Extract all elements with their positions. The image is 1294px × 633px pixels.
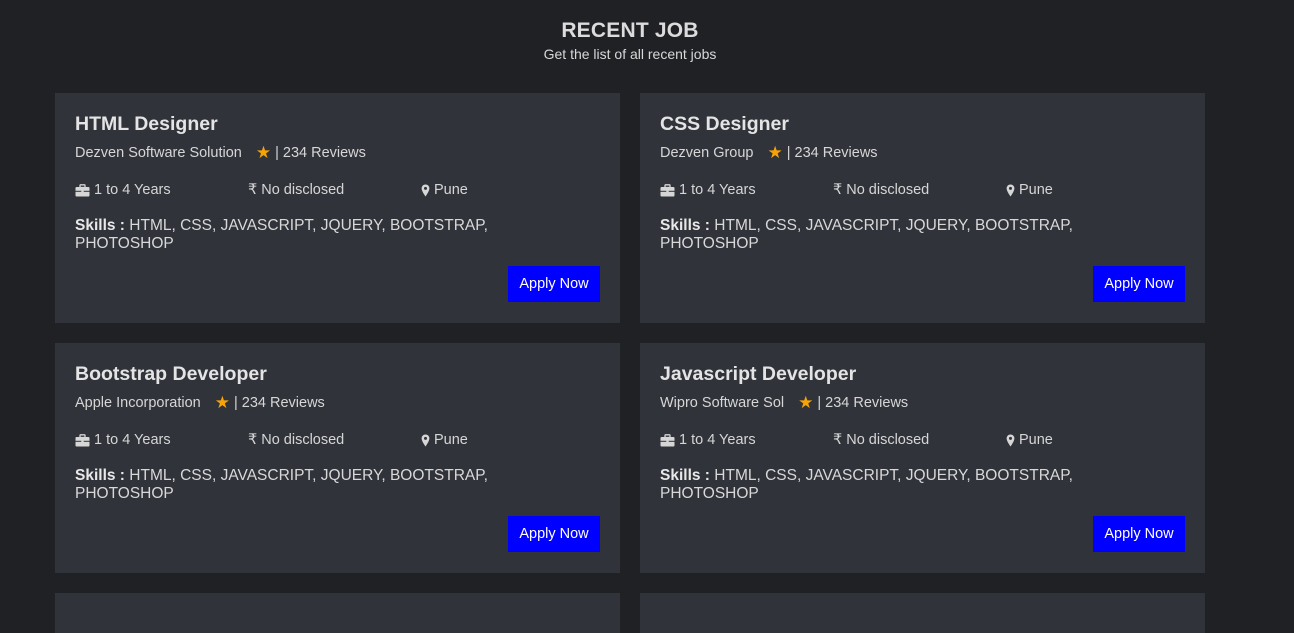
job-title[interactable]: Javascript Developer xyxy=(660,363,1185,385)
skills-list: HTML, CSS, JAVASCRIPT, JQUERY, BOOTSTRAP… xyxy=(75,467,488,502)
job-title[interactable]: Bootstrap Developer xyxy=(75,363,600,385)
company-row: Wipro Software Sol ★ | 234 Reviews xyxy=(660,394,1185,412)
company-row: Dezven Software Solution ★ | 234 Reviews xyxy=(75,144,600,162)
skills: Skills : HTML, CSS, JAVASCRIPT, JQUERY, … xyxy=(75,467,515,503)
salary-info: ₹ No disclosed xyxy=(833,432,1006,448)
job-card: HTML Designer Dezven Software Solution ★… xyxy=(55,93,620,323)
company-row: Dezven Group ★ | 234 Reviews xyxy=(660,144,1185,162)
salary-text: No disclosed xyxy=(261,182,345,198)
job-meta: 1 to 4 Years ₹ No disclosed Pune xyxy=(75,431,600,449)
page-header: RECENT JOB Get the list of all recent jo… xyxy=(0,18,1260,62)
skills: Skills : HTML, CSS, JAVASCRIPT, JQUERY, … xyxy=(660,467,1100,503)
apply-now-button[interactable]: Apply Now xyxy=(1093,516,1185,552)
job-title[interactable]: HTML Designer xyxy=(75,113,600,135)
job-title[interactable]: CSS Designer xyxy=(660,113,1185,135)
job-grid: HTML Designer Dezven Software Solution ★… xyxy=(55,93,1205,633)
reviews-count: | 234 Reviews xyxy=(275,145,366,161)
page-subtitle: Get the list of all recent jobs xyxy=(543,46,717,62)
briefcase-icon xyxy=(75,433,90,447)
job-meta: 1 to 4 Years ₹ No disclosed Pune xyxy=(660,431,1185,449)
apply-now-button[interactable]: Apply Now xyxy=(508,516,600,552)
skills-list: HTML, CSS, JAVASCRIPT, JQUERY, BOOTSTRAP… xyxy=(75,217,488,252)
briefcase-icon xyxy=(75,183,90,197)
reviews-count: | 234 Reviews xyxy=(817,395,909,411)
map-marker-icon xyxy=(1006,184,1015,197)
star-icon: ★ xyxy=(214,393,230,412)
experience-text: 1 to 4 Years xyxy=(94,182,171,198)
company-row: Apple Incorporation ★ | 234 Reviews xyxy=(75,394,600,412)
location-text: Pune xyxy=(434,182,468,198)
job-card: Bootstrap Developer Apple Incorporation … xyxy=(55,343,620,573)
rupee-icon: ₹ xyxy=(248,432,258,448)
star-icon: ★ xyxy=(798,393,814,412)
skills-label: Skills : xyxy=(660,467,710,484)
location-info: Pune xyxy=(421,432,468,448)
company-name: Dezven Group xyxy=(660,145,754,161)
map-marker-icon xyxy=(421,184,430,197)
salary-text: No disclosed xyxy=(261,432,345,448)
location-info: Pune xyxy=(1006,432,1053,448)
briefcase-icon xyxy=(660,433,675,447)
location-text: Pune xyxy=(434,432,468,448)
location-text: Pune xyxy=(1019,432,1053,448)
experience-text: 1 to 4 Years xyxy=(679,432,756,448)
rupee-icon: ₹ xyxy=(833,182,843,198)
job-card: CSS Designer Dezven Group ★ | 234 Review… xyxy=(640,93,1205,323)
salary-text: No disclosed xyxy=(846,182,930,198)
location-info: Pune xyxy=(421,182,468,198)
reviews-count: | 234 Reviews xyxy=(234,395,325,411)
location-text: Pune xyxy=(1019,182,1053,198)
salary-info: ₹ No disclosed xyxy=(248,432,421,448)
company-name: Dezven Software Solution xyxy=(75,145,242,161)
briefcase-icon xyxy=(660,183,675,197)
rupee-icon: ₹ xyxy=(833,432,843,448)
experience-text: 1 to 4 Years xyxy=(94,432,171,448)
company-name: Wipro Software Sol xyxy=(660,395,785,411)
apply-now-button[interactable]: Apply Now xyxy=(1093,266,1185,302)
salary-text: No disclosed xyxy=(846,432,930,448)
rupee-icon: ₹ xyxy=(248,182,258,198)
experience-info: 1 to 4 Years xyxy=(660,182,833,198)
apply-now-button[interactable]: Apply Now xyxy=(508,266,600,302)
reviews-count: | 234 Reviews xyxy=(786,145,878,161)
company-name: Apple Incorporation xyxy=(75,395,201,411)
job-card: Javascript Developer Wipro Software Sol … xyxy=(640,343,1205,573)
job-card-partial xyxy=(640,593,1205,633)
skills: Skills : HTML, CSS, JAVASCRIPT, JQUERY, … xyxy=(75,217,515,253)
experience-info: 1 to 4 Years xyxy=(75,182,248,198)
page-title: RECENT JOB xyxy=(561,19,699,42)
map-marker-icon xyxy=(421,434,430,447)
map-marker-icon xyxy=(1006,434,1015,447)
skills-list: HTML, CSS, JAVASCRIPT, JQUERY, BOOTSTRAP… xyxy=(660,467,1073,502)
salary-info: ₹ No disclosed xyxy=(833,182,1006,198)
skills: Skills : HTML, CSS, JAVASCRIPT, JQUERY, … xyxy=(660,217,1100,253)
skills-label: Skills : xyxy=(75,217,125,234)
skills-label: Skills : xyxy=(660,217,710,234)
job-card-partial xyxy=(55,593,620,633)
star-icon: ★ xyxy=(255,143,272,162)
experience-info: 1 to 4 Years xyxy=(660,432,833,448)
job-meta: 1 to 4 Years ₹ No disclosed Pune xyxy=(660,181,1185,199)
experience-info: 1 to 4 Years xyxy=(75,432,248,448)
salary-info: ₹ No disclosed xyxy=(248,182,421,198)
job-meta: 1 to 4 Years ₹ No disclosed Pune xyxy=(75,181,600,199)
skills-list: HTML, CSS, JAVASCRIPT, JQUERY, BOOTSTRAP… xyxy=(660,217,1073,252)
star-icon: ★ xyxy=(767,143,783,162)
experience-text: 1 to 4 Years xyxy=(679,182,756,198)
skills-label: Skills : xyxy=(75,467,125,484)
location-info: Pune xyxy=(1006,182,1053,198)
